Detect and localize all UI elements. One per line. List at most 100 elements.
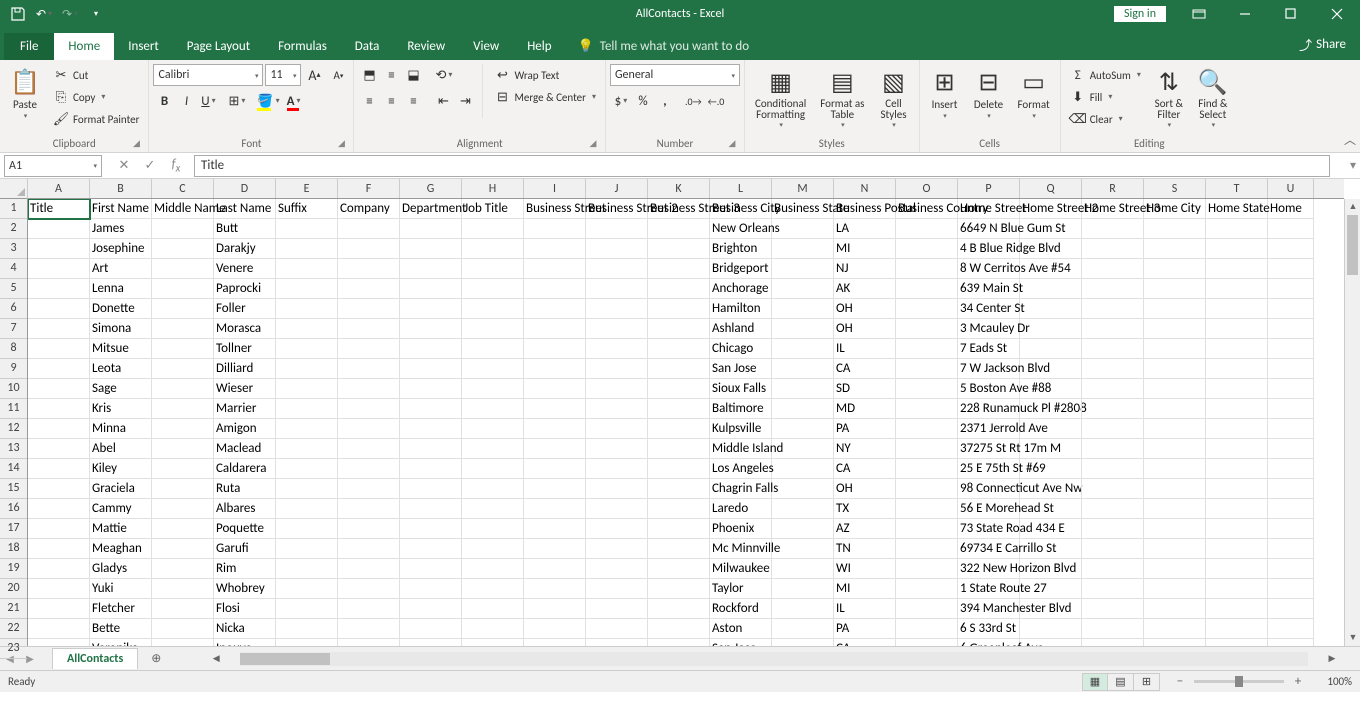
cell[interactable] (276, 279, 338, 299)
cell[interactable]: MI (834, 239, 896, 259)
row-header[interactable]: 7 (0, 319, 27, 339)
save-button[interactable] (6, 3, 30, 25)
cell[interactable] (338, 479, 400, 499)
cell[interactable] (400, 639, 462, 646)
cell[interactable] (772, 599, 834, 619)
cell[interactable] (1268, 419, 1314, 439)
cell[interactable] (772, 619, 834, 639)
tab-review[interactable]: Review (393, 33, 459, 60)
sort-filter-button[interactable]: ⇅Sort & Filter▾ (1148, 64, 1190, 131)
cell[interactable]: CA (834, 359, 896, 379)
cell[interactable] (1144, 459, 1206, 479)
cell[interactable] (1268, 579, 1314, 599)
row-header[interactable]: 13 (0, 439, 27, 459)
cell[interactable] (338, 459, 400, 479)
cell[interactable] (896, 419, 958, 439)
row-header[interactable]: 3 (0, 239, 27, 259)
cell[interactable]: Aston (710, 619, 772, 639)
cell[interactable] (1020, 439, 1082, 459)
cell[interactable] (462, 499, 524, 519)
cell[interactable] (1020, 359, 1082, 379)
cell[interactable]: Business Street 2 (586, 199, 648, 219)
tab-formulas[interactable]: Formulas (264, 33, 341, 60)
cell[interactable] (152, 539, 214, 559)
cell[interactable] (772, 419, 834, 439)
cell[interactable]: IL (834, 339, 896, 359)
cell[interactable] (1082, 279, 1144, 299)
cell[interactable]: 8 W Cerritos Ave #54 (958, 259, 1020, 279)
cell[interactable] (772, 559, 834, 579)
cell[interactable] (1206, 319, 1268, 339)
cell[interactable] (648, 479, 710, 499)
cell[interactable]: Venere (214, 259, 276, 279)
cell[interactable] (338, 619, 400, 639)
number-format-combo[interactable]: General▾ (610, 64, 740, 86)
cell[interactable] (338, 599, 400, 619)
cell[interactable] (152, 579, 214, 599)
cell[interactable] (338, 319, 400, 339)
row-header[interactable]: 6 (0, 299, 27, 319)
cell[interactable] (648, 519, 710, 539)
cell[interactable]: NJ (834, 259, 896, 279)
cell[interactable] (524, 619, 586, 639)
horizontal-scrollbar[interactable]: ◀ ▶ (208, 652, 1340, 666)
accounting-format-button[interactable]: $ (610, 90, 632, 112)
cell[interactable] (586, 239, 648, 259)
cell[interactable] (338, 279, 400, 299)
font-dialog-launcher[interactable]: ◢ (335, 138, 347, 150)
row-header[interactable]: 21 (0, 599, 27, 619)
cell[interactable] (648, 279, 710, 299)
cell[interactable] (1082, 319, 1144, 339)
cell[interactable] (1206, 599, 1268, 619)
cell[interactable] (648, 399, 710, 419)
cell[interactable] (1144, 639, 1206, 646)
row-header[interactable]: 12 (0, 419, 27, 439)
scroll-right-button[interactable]: ▶ (1324, 652, 1340, 666)
cell[interactable] (28, 639, 90, 646)
name-box[interactable]: A1▾ (4, 155, 102, 177)
cell[interactable] (1206, 539, 1268, 559)
cell[interactable] (1020, 579, 1082, 599)
cell[interactable] (1082, 219, 1144, 239)
cell[interactable] (896, 559, 958, 579)
zoom-in-button[interactable]: + (1290, 674, 1306, 689)
cell[interactable] (400, 219, 462, 239)
cell[interactable]: Veronika (90, 639, 152, 646)
cell[interactable]: Brighton (710, 239, 772, 259)
cell[interactable]: Wieser (214, 379, 276, 399)
cell-styles-button[interactable]: ▧Cell Styles▾ (873, 64, 915, 131)
cell[interactable] (338, 339, 400, 359)
cell[interactable] (586, 539, 648, 559)
cell[interactable] (1082, 259, 1144, 279)
cell[interactable]: 34 Center St (958, 299, 1020, 319)
cell[interactable]: Bette (90, 619, 152, 639)
cell[interactable] (152, 279, 214, 299)
cell[interactable] (1082, 379, 1144, 399)
cell[interactable] (1268, 299, 1314, 319)
cell[interactable]: Baltimore (710, 399, 772, 419)
cell[interactable] (1020, 379, 1082, 399)
cell[interactable] (400, 319, 462, 339)
cell[interactable] (1268, 439, 1314, 459)
row-header[interactable]: 16 (0, 499, 27, 519)
cell[interactable] (152, 439, 214, 459)
format-as-table-button[interactable]: ▤Format as Table▾ (814, 64, 870, 131)
cell[interactable] (276, 239, 338, 259)
vertical-scrollbar[interactable]: ▲ ▼ (1344, 199, 1360, 646)
cell[interactable] (524, 539, 586, 559)
undo-button[interactable]: ↶ (32, 3, 56, 25)
cell[interactable] (152, 339, 214, 359)
cell[interactable] (28, 319, 90, 339)
zoom-out-button[interactable]: − (1172, 674, 1188, 689)
cell[interactable] (28, 459, 90, 479)
cell[interactable] (772, 339, 834, 359)
cell[interactable] (152, 459, 214, 479)
cell[interactable] (462, 539, 524, 559)
find-select-button[interactable]: 🔍Find & Select▾ (1192, 64, 1234, 131)
cell[interactable]: 25 E 75th St #69 (958, 459, 1020, 479)
cell[interactable]: OH (834, 299, 896, 319)
column-header[interactable]: H (462, 179, 524, 198)
cell[interactable] (462, 259, 524, 279)
cell[interactable]: 3 Mcauley Dr (958, 319, 1020, 339)
cell[interactable] (1268, 399, 1314, 419)
